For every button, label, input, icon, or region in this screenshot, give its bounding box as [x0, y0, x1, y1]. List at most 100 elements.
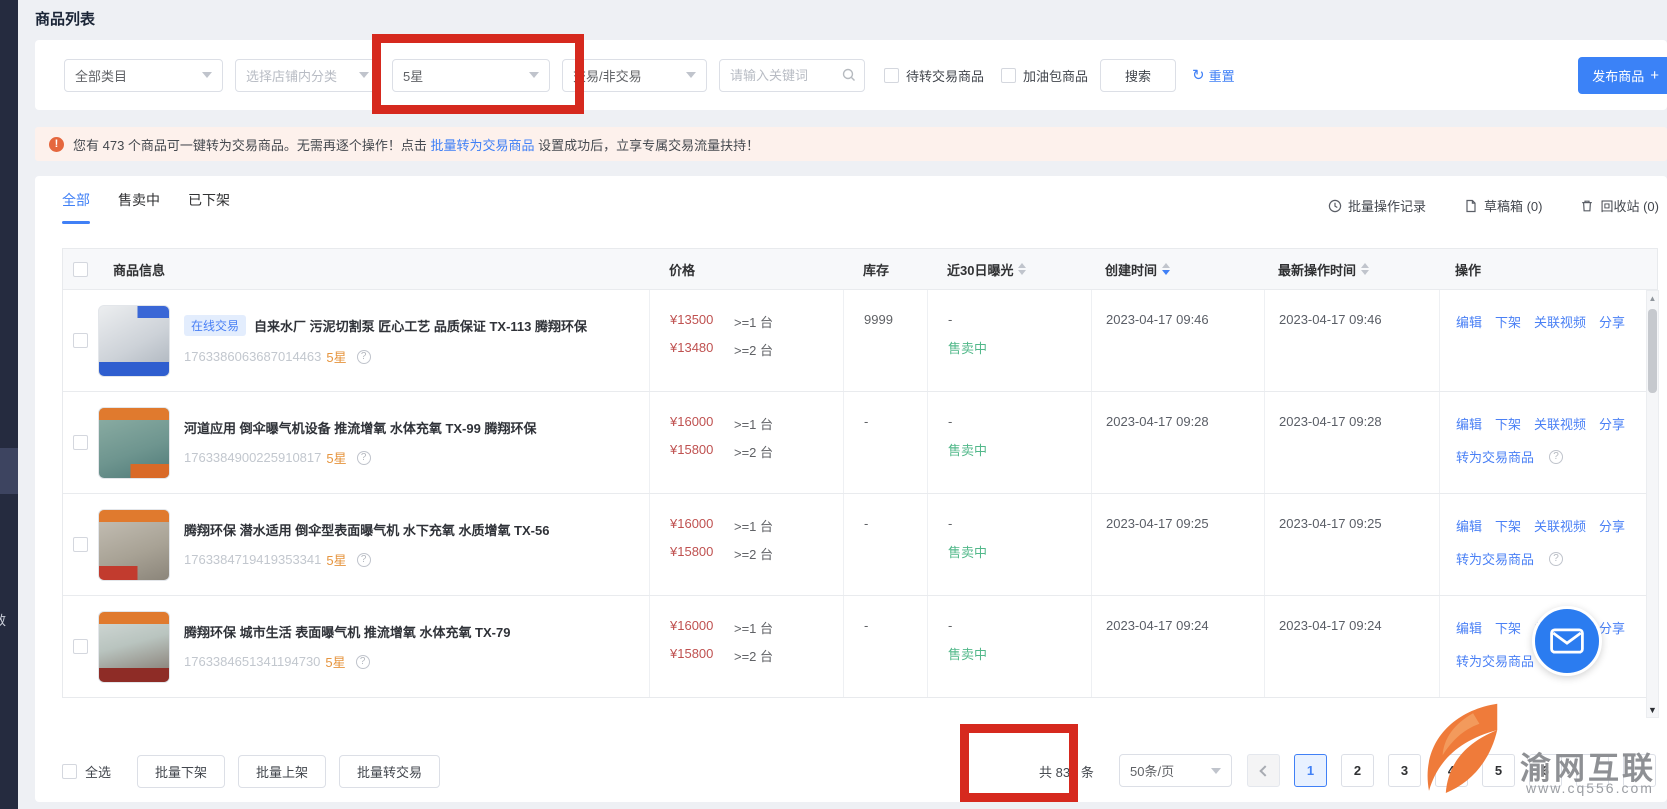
trash-icon — [1580, 199, 1594, 213]
batch-convert-link[interactable]: 批量转为交易商品 — [431, 138, 535, 153]
online-trade-badge: 在线交易 — [184, 315, 246, 336]
take-down-link[interactable]: 下架 — [1495, 618, 1521, 637]
help-icon[interactable]: ? — [357, 553, 371, 567]
header-select-all-checkbox[interactable] — [73, 262, 88, 277]
exposure-value: - — [948, 516, 1091, 531]
share-link[interactable]: 分享 — [1599, 618, 1625, 637]
related-video-link[interactable]: 关联视频 — [1534, 414, 1586, 433]
page-button-1[interactable]: 1 — [1294, 754, 1327, 787]
table-row: 腾翔环保 潜水适用 倒伞型表面曝气机 水下充氧 水质增氧 TX-56 17633… — [63, 493, 1657, 595]
convert-to-trade-link[interactable]: 转为交易商品 — [1456, 549, 1534, 568]
batch-convert-trade-button[interactable]: 批量转交易 — [339, 755, 440, 788]
take-down-link[interactable]: 下架 — [1495, 312, 1521, 331]
publish-product-button[interactable]: 发布商品 + — [1578, 57, 1667, 94]
reset-button[interactable]: ↻ 重置 — [1192, 66, 1235, 85]
star-level-select[interactable]: 5星 — [392, 59, 550, 92]
notice-prefix: 您有 473 个商品可一键转为交易商品。无需再逐个操作！点击 — [73, 138, 431, 153]
created-time: 2023-04-17 09:46 — [1091, 290, 1264, 391]
take-down-link[interactable]: 下架 — [1495, 414, 1521, 433]
convert-to-trade-link[interactable]: 转为交易商品 — [1456, 447, 1534, 466]
star-level-badge: 5星 — [325, 652, 345, 671]
row-checkbox[interactable] — [73, 639, 88, 654]
category-select[interactable]: 全部类目 — [64, 59, 223, 92]
related-video-link[interactable]: 关联视频 — [1534, 312, 1586, 331]
tab-all[interactable]: 全部 — [62, 190, 90, 224]
chevron-down-icon — [686, 72, 696, 78]
sidebar-active-item[interactable] — [0, 448, 18, 494]
page-size-select[interactable]: 50条/页 — [1119, 754, 1232, 787]
page-button-3[interactable]: 3 — [1388, 754, 1421, 787]
col-header-exposure[interactable]: 近30日曝光 — [927, 249, 1091, 289]
edit-link[interactable]: 编辑 — [1456, 618, 1482, 637]
help-icon[interactable]: ? — [357, 451, 371, 465]
product-title: 腾翔环保 潜水适用 倒伞型表面曝气机 水下充氧 水质增氧 TX-56 — [184, 520, 549, 539]
scroll-up-arrow-icon[interactable]: ▲ — [1648, 294, 1657, 303]
draft-icon — [1464, 199, 1478, 213]
drafts-link[interactable]: 草稿箱 (0) — [1464, 196, 1543, 215]
updated-time: 2023-04-17 09:25 — [1264, 494, 1439, 595]
batch-take-down-button[interactable]: 批量下架 — [137, 755, 225, 788]
pending-trade-checkbox[interactable] — [884, 68, 899, 83]
page-button-obscured[interactable] — [1576, 754, 1609, 787]
prev-page-button[interactable] — [1247, 754, 1280, 787]
help-icon[interactable]: ? — [1549, 450, 1563, 464]
sort-icons[interactable] — [1018, 263, 1026, 275]
price-tier2: ¥15800 — [670, 544, 734, 563]
edit-link[interactable]: 编辑 — [1456, 516, 1482, 535]
help-icon[interactable]: ? — [1549, 552, 1563, 566]
star-level-value: 5星 — [403, 66, 423, 85]
help-icon[interactable]: ? — [356, 655, 370, 669]
product-image — [98, 407, 170, 479]
share-link[interactable]: 分享 — [1599, 312, 1625, 331]
related-video-link[interactable]: 关联视频 — [1534, 516, 1586, 535]
table-row: 在线交易 自来水厂 污泥切割泵 匠心工艺 品质保证 TX-113 腾翔环保 17… — [63, 289, 1657, 391]
edit-link[interactable]: 编辑 — [1456, 414, 1482, 433]
table-scrollbar[interactable]: ▲ ▼ — [1646, 290, 1659, 718]
scroll-down-arrow-icon[interactable]: ▼ — [1648, 705, 1657, 715]
row-checkbox[interactable] — [73, 537, 88, 552]
share-link[interactable]: 分享 — [1599, 516, 1625, 535]
updated-time: 2023-04-17 09:28 — [1264, 392, 1439, 493]
price-cond2: >=2 台 — [734, 544, 773, 563]
select-all-checkbox[interactable] — [62, 764, 77, 779]
take-down-link[interactable]: 下架 — [1495, 516, 1521, 535]
row-checkbox[interactable] — [73, 333, 88, 348]
search-button[interactable]: 搜索 — [1100, 59, 1176, 92]
row-checkbox[interactable] — [73, 435, 88, 450]
sort-icons-active-desc[interactable] — [1162, 263, 1170, 275]
page-button-6[interactable]: 6 — [1529, 754, 1562, 787]
shop-category-select[interactable]: 选择店铺内分类 — [235, 59, 380, 92]
status-tabs: 全部 售卖中 已下架 — [62, 190, 258, 224]
fuel-pack-label: 加油包商品 — [1023, 66, 1088, 85]
page-button-obscured[interactable] — [1623, 754, 1656, 787]
chevron-down-icon — [1211, 768, 1221, 774]
page-button-4[interactable]: 4 — [1435, 754, 1468, 787]
share-link[interactable]: 分享 — [1599, 414, 1625, 433]
tab-offline[interactable]: 已下架 — [188, 190, 230, 224]
product-id: 1763384719419353341 — [184, 552, 321, 567]
product-id: 1763384900225910817 — [184, 450, 321, 465]
footer-bar: 全选 批量下架 批量上架 批量转交易 共 832 条 50条/页 1 2 3 4… — [62, 754, 1658, 788]
recycle-bin-link[interactable]: 回收站 (0) — [1580, 196, 1659, 215]
customer-message-button[interactable] — [1532, 606, 1602, 676]
select-all-label: 全选 — [85, 762, 111, 781]
col-header-ops: 操作 — [1439, 249, 1657, 289]
edit-link[interactable]: 编辑 — [1456, 312, 1482, 331]
collapsed-sidebar[interactable]: 效 — [0, 0, 18, 809]
sort-icons[interactable] — [1361, 263, 1369, 275]
page-button-2[interactable]: 2 — [1341, 754, 1374, 787]
col-header-updated[interactable]: 最新操作时间 — [1264, 249, 1439, 289]
convert-to-trade-link[interactable]: 转为交易商品 — [1456, 651, 1534, 670]
price-cond1: >=1 台 — [734, 414, 773, 433]
scrollbar-thumb[interactable] — [1648, 309, 1657, 393]
page-title: 商品列表 — [35, 8, 95, 29]
col-header-created[interactable]: 创建时间 — [1091, 249, 1264, 289]
batch-put-on-button[interactable]: 批量上架 — [238, 755, 326, 788]
fuel-pack-checkbox[interactable] — [1001, 68, 1016, 83]
tab-selling[interactable]: 售卖中 — [118, 190, 160, 224]
trade-type-select[interactable]: 交易/非交易 — [562, 59, 707, 92]
price-tier1: ¥16000 — [670, 414, 734, 433]
page-button-5[interactable]: 5 — [1482, 754, 1515, 787]
help-icon[interactable]: ? — [357, 350, 371, 364]
batch-log-link[interactable]: 批量操作记录 — [1328, 196, 1426, 215]
